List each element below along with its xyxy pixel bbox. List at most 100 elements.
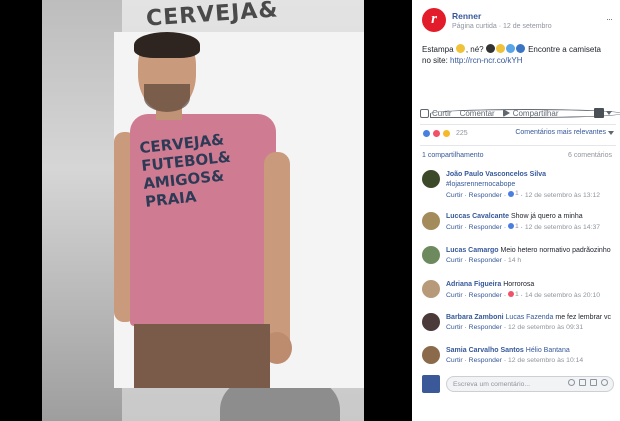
emoji-icon[interactable]: [568, 379, 575, 386]
comment-sort-label: Comentários mais relevantes: [515, 129, 606, 136]
comment-reply-button[interactable]: Responder: [469, 192, 502, 199]
comment-text: Show já quero a minha: [511, 213, 583, 220]
comment-time[interactable]: 14 de setembro às 20:10: [525, 292, 600, 299]
comment-reaction-count: 1: [514, 222, 519, 230]
post-text: Estampa , né? Encontre a camiseta no sit…: [422, 44, 612, 66]
comment-reply-button[interactable]: Responder: [469, 292, 502, 299]
comment-reaction-count: 1: [514, 190, 519, 197]
model-hair: [134, 32, 200, 58]
emoji-icon: [496, 44, 506, 53]
avatar[interactable]: [422, 212, 440, 230]
post-panel: r Renner Página curtida · 12 de setembro…: [412, 0, 620, 421]
comment-author[interactable]: Barbara Zamboni: [446, 314, 504, 321]
post-options-icon[interactable]: ···: [606, 14, 613, 24]
comment-like-button[interactable]: Curtir: [446, 292, 463, 299]
meta-separator: ·: [498, 23, 502, 30]
wave-icon: [516, 44, 526, 53]
wow-reaction-icon: [442, 129, 451, 138]
comment-reply-button[interactable]: Responder: [469, 324, 502, 331]
post-text-prefix: Estampa: [422, 45, 454, 54]
comment-like-button[interactable]: Curtir: [446, 257, 463, 264]
avatar[interactable]: [422, 246, 440, 264]
divider: [420, 124, 616, 125]
post-actions: Curtir Comentar Compartilhar: [420, 104, 620, 122]
comment-author[interactable]: Luccas Cavalcante: [446, 213, 509, 220]
chevron-down-icon: [608, 130, 614, 135]
post-photo[interactable]: CERVEJA& CERVEJA& FUTEBOL& AMIGOS& PRAIA: [42, 0, 364, 421]
comment-meta: Curtir · Responder · 1 · 12 de setembro …: [446, 222, 601, 232]
comment-time[interactable]: 12 de setembro às 14:37: [525, 224, 600, 231]
love-reaction-icon: [507, 291, 514, 298]
comment-reaction-count: 1: [514, 290, 519, 298]
love-reaction-icon: [432, 129, 441, 138]
post-text-middle: , né?: [465, 45, 484, 54]
reaction-summary[interactable]: 225: [422, 129, 468, 138]
comment-meta: Curtir · Responder · 1 · 12 de setembro …: [446, 189, 601, 199]
page-name[interactable]: Renner: [452, 11, 481, 21]
comment-text: me fez lembrar vc: [555, 314, 611, 321]
comment-meta: Curtir · Responder · 1 · 14 de setembro …: [446, 290, 601, 300]
comment-time[interactable]: 12 de setembro às 09:31: [508, 324, 583, 331]
emoji-icon: [456, 44, 466, 53]
comment-button[interactable]: Comentar: [430, 108, 620, 118]
comment-time[interactable]: 14 h: [508, 257, 521, 264]
comment-text: Horrorosa: [503, 281, 535, 288]
shares-count[interactable]: 1 compartilhamento: [422, 152, 483, 159]
soccer-ball-icon: [486, 44, 496, 53]
comment-text: Meio hetero normativo padrãozinho: [500, 247, 611, 254]
comment-meta: Curtir · Responder · 12 de setembro às 1…: [446, 356, 584, 364]
comment-mention[interactable]: Hélio Bantana: [526, 347, 570, 354]
view-as-selector[interactable]: [594, 108, 612, 118]
like-reaction-icon: [422, 129, 431, 138]
comment-author[interactable]: João Paulo Vasconcelos Silva: [446, 171, 546, 178]
chevron-down-icon: [606, 111, 612, 115]
post-date[interactable]: 12 de setembro: [503, 23, 552, 30]
gif-icon[interactable]: [590, 379, 597, 386]
heart-icon: [506, 44, 516, 53]
comment-icon: [430, 108, 620, 118]
comment-reactions[interactable]: 1: [507, 222, 519, 232]
avatar[interactable]: [422, 170, 440, 188]
comment-reactions[interactable]: 1: [507, 189, 519, 199]
like-reaction-icon: [507, 190, 514, 197]
post-meta: Página curtida · 12 de setembro: [452, 23, 552, 30]
comment-author[interactable]: Samia Carvalho Santos: [446, 347, 524, 354]
page-mini-avatar: [594, 108, 604, 118]
like-reaction-icon: [507, 223, 514, 230]
page-type: Página curtida: [452, 23, 497, 30]
comment-hashtag[interactable]: #lojasrennernocabope: [446, 181, 515, 188]
comment-composer: [422, 374, 614, 394]
comment-reply-button[interactable]: Responder: [469, 357, 502, 364]
comment-reply-button[interactable]: Responder: [469, 224, 502, 231]
comment-mention[interactable]: Lucas Fazenda: [506, 314, 554, 321]
comment-time[interactable]: 12 de setembro às 13:12: [525, 192, 600, 199]
comment-time[interactable]: 12 de setembro às 10:14: [508, 357, 583, 364]
model-shorts: [134, 324, 270, 388]
comment-like-button[interactable]: Curtir: [446, 224, 463, 231]
comment-reply-button[interactable]: Responder: [469, 257, 502, 264]
camera-icon[interactable]: [579, 379, 586, 386]
comment-meta: Curtir · Responder · 14 h: [446, 256, 522, 264]
avatar[interactable]: [422, 313, 440, 331]
post-header: r Renner Página curtida · 12 de setembro…: [422, 8, 613, 38]
comment-meta: Curtir · Responder · 12 de setembro às 0…: [446, 323, 584, 331]
avatar: [422, 375, 440, 393]
sticker-icon[interactable]: [601, 379, 608, 386]
model-beard: [144, 84, 190, 112]
comment-like-button[interactable]: Curtir: [446, 357, 463, 364]
post-link[interactable]: http://rcn-ncr.co/kYH: [450, 56, 522, 65]
comment-like-button[interactable]: Curtir: [446, 324, 463, 331]
comments-count[interactable]: 6 comentários: [568, 152, 612, 159]
comment-author[interactable]: Lucas Camargo: [446, 247, 499, 254]
avatar[interactable]: [422, 346, 440, 364]
model-photo: CERVEJA& FUTEBOL& AMIGOS& PRAIA: [114, 32, 364, 388]
comment-reactions[interactable]: 1: [507, 290, 519, 300]
comment-author[interactable]: Adriana Figueira: [446, 281, 501, 288]
tshirt-print: CERVEJA& FUTEBOL& AMIGOS& PRAIA: [139, 125, 280, 210]
comment-sort-dropdown[interactable]: Comentários mais relevantes: [515, 129, 614, 136]
avatar[interactable]: [422, 280, 440, 298]
comment-like-button[interactable]: Curtir: [446, 192, 463, 199]
page-avatar[interactable]: r: [422, 8, 446, 32]
photo-viewer[interactable]: CERVEJA& CERVEJA& FUTEBOL& AMIGOS& PRAIA: [0, 0, 412, 421]
reaction-count: 225: [456, 130, 468, 137]
